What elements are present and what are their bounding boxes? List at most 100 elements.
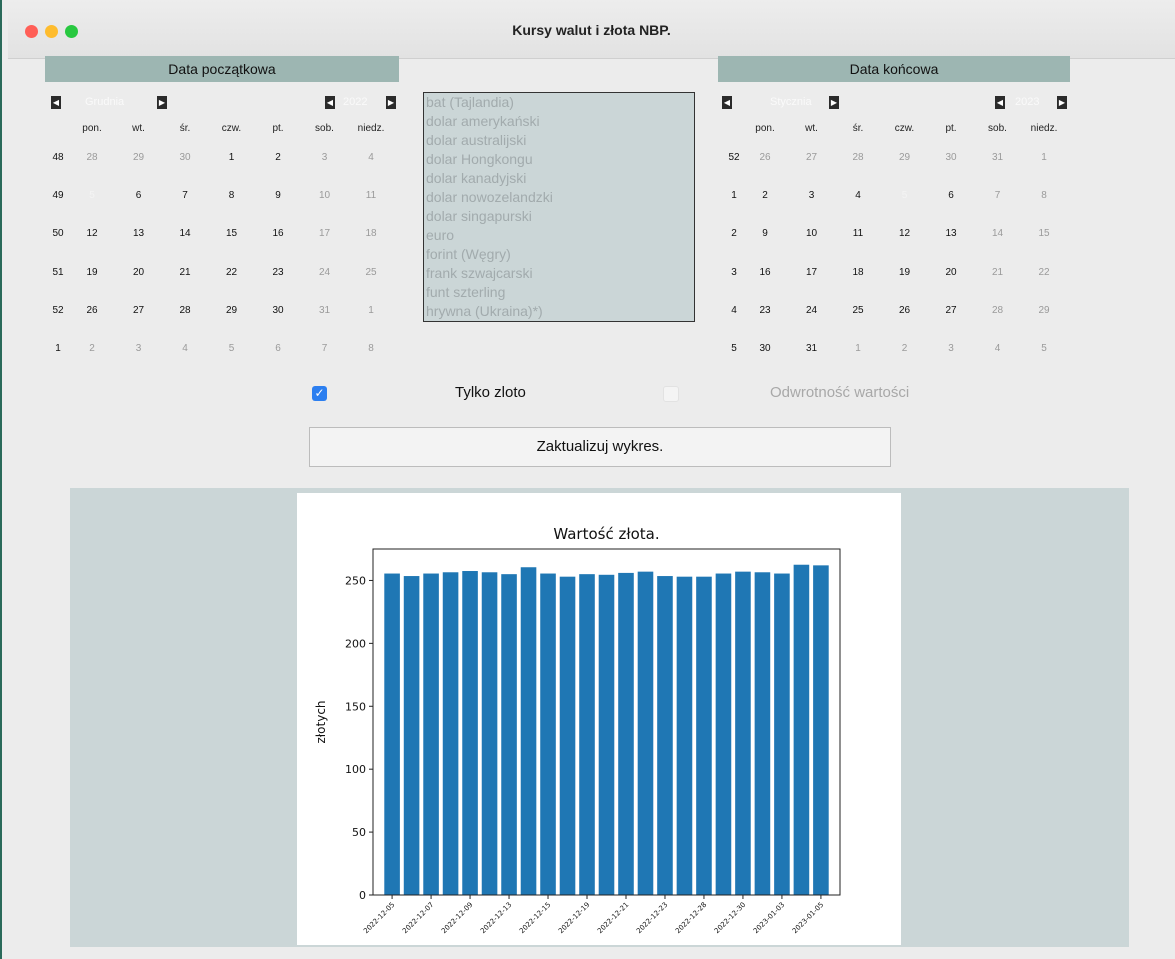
end-day-cell[interactable]: 30 xyxy=(929,152,973,163)
end-day-cell[interactable]: 4 xyxy=(976,343,1020,354)
currency-list-item[interactable]: dolar Hongkongu xyxy=(424,150,694,169)
start-next-year-button[interactable]: ▶ xyxy=(386,96,396,109)
start-day-cell[interactable]: 2 xyxy=(70,343,114,354)
currency-list-item[interactable]: euro xyxy=(424,226,694,245)
currency-list-item[interactable]: dolar nowozelandzki xyxy=(424,188,694,207)
end-day-cell[interactable]: 8 xyxy=(1022,190,1066,201)
end-day-cell[interactable]: 19 xyxy=(883,267,927,278)
currency-listbox[interactable]: bat (Tajlandia) dolar amerykański dolar au… xyxy=(423,92,695,322)
end-day-cell[interactable]: 10 xyxy=(790,228,834,239)
start-day-cell[interactable]: 1 xyxy=(210,152,254,163)
start-day-cell[interactable]: 31 xyxy=(303,305,347,316)
start-day-cell[interactable]: 7 xyxy=(163,190,207,201)
start-day-cell[interactable]: 5 xyxy=(210,343,254,354)
start-day-cell[interactable]: 28 xyxy=(70,152,114,163)
currency-list-item[interactable]: dolar kanadyjski xyxy=(424,169,694,188)
start-day-cell[interactable]: 6 xyxy=(256,343,300,354)
end-day-cell[interactable]: 21 xyxy=(976,267,1020,278)
end-day-cell[interactable]: 29 xyxy=(1022,305,1066,316)
end-day-cell[interactable]: 4 xyxy=(836,190,880,201)
start-day-cell[interactable]: 12 xyxy=(70,228,114,239)
end-day-cell[interactable]: 17 xyxy=(790,267,834,278)
end-day-cell[interactable]: 7 xyxy=(976,190,1020,201)
end-day-cell[interactable]: 31 xyxy=(790,343,834,354)
end-day-cell[interactable]: 14 xyxy=(976,228,1020,239)
start-day-cell[interactable]: 1 xyxy=(349,305,393,316)
end-day-cell[interactable]: 15 xyxy=(1022,228,1066,239)
currency-list-item[interactable]: hrywna (Ukraina)*) xyxy=(424,302,694,321)
currency-list-item[interactable]: forint (Węgry) xyxy=(424,245,694,264)
currency-list-item[interactable]: bat (Tajlandia) xyxy=(424,93,694,112)
start-day-cell[interactable]: 13 xyxy=(117,228,161,239)
end-day-cell[interactable]: 3 xyxy=(929,343,973,354)
start-day-cell[interactable]: 4 xyxy=(163,343,207,354)
start-day-cell[interactable]: 22 xyxy=(210,267,254,278)
start-day-cell[interactable]: 27 xyxy=(117,305,161,316)
start-prev-month-button[interactable]: ◀ xyxy=(51,96,61,109)
end-day-cell[interactable]: 11 xyxy=(836,228,880,239)
end-day-cell[interactable]: 12 xyxy=(883,228,927,239)
start-day-cell[interactable]: 28 xyxy=(163,305,207,316)
start-day-cell[interactable]: 17 xyxy=(303,228,347,239)
end-day-cell[interactable]: 31 xyxy=(976,152,1020,163)
end-day-cell[interactable]: 9 xyxy=(743,228,787,239)
end-day-cell[interactable]: 27 xyxy=(790,152,834,163)
start-day-cell[interactable]: 11 xyxy=(349,190,393,201)
start-day-cell[interactable]: 5 xyxy=(70,190,114,201)
start-day-cell[interactable]: 23 xyxy=(256,267,300,278)
end-prev-year-button[interactable]: ◀ xyxy=(995,96,1005,109)
end-day-cell[interactable]: 30 xyxy=(743,343,787,354)
start-day-cell[interactable]: 9 xyxy=(256,190,300,201)
end-day-cell[interactable]: 26 xyxy=(883,305,927,316)
start-day-cell[interactable]: 6 xyxy=(117,190,161,201)
end-day-cell[interactable]: 20 xyxy=(929,267,973,278)
currency-list-item[interactable]: dolar australijski xyxy=(424,131,694,150)
update-chart-button[interactable]: Zaktualizuj wykres. xyxy=(309,427,891,467)
end-day-cell[interactable]: 28 xyxy=(976,305,1020,316)
start-day-cell[interactable]: 10 xyxy=(303,190,347,201)
end-day-cell[interactable]: 28 xyxy=(836,152,880,163)
end-day-cell[interactable]: 29 xyxy=(883,152,927,163)
start-day-cell[interactable]: 18 xyxy=(349,228,393,239)
start-day-cell[interactable]: 3 xyxy=(117,343,161,354)
start-prev-year-button[interactable]: ◀ xyxy=(325,96,335,109)
start-day-cell[interactable]: 4 xyxy=(349,152,393,163)
end-day-cell[interactable]: 1 xyxy=(836,343,880,354)
start-day-cell[interactable]: 3 xyxy=(303,152,347,163)
start-day-cell[interactable]: 19 xyxy=(70,267,114,278)
end-day-cell[interactable]: 27 xyxy=(929,305,973,316)
start-next-month-button[interactable]: ▶ xyxy=(157,96,167,109)
end-day-cell[interactable]: 18 xyxy=(836,267,880,278)
start-day-cell[interactable]: 15 xyxy=(210,228,254,239)
end-next-month-button[interactable]: ▶ xyxy=(829,96,839,109)
currency-list-item[interactable]: dolar singapurski xyxy=(424,207,694,226)
end-day-cell[interactable]: 25 xyxy=(836,305,880,316)
end-day-cell[interactable]: 2 xyxy=(883,343,927,354)
start-day-cell[interactable]: 24 xyxy=(303,267,347,278)
start-day-cell[interactable]: 20 xyxy=(117,267,161,278)
start-day-cell[interactable]: 30 xyxy=(256,305,300,316)
start-day-cell[interactable]: 16 xyxy=(256,228,300,239)
end-day-cell[interactable]: 26 xyxy=(743,152,787,163)
gold-only-checkbox[interactable]: ✓ xyxy=(312,386,327,401)
start-day-cell[interactable]: 14 xyxy=(163,228,207,239)
start-day-cell[interactable]: 30 xyxy=(163,152,207,163)
start-day-cell[interactable]: 7 xyxy=(303,343,347,354)
inverse-value-checkbox[interactable] xyxy=(663,386,679,402)
end-day-cell[interactable]: 2 xyxy=(743,190,787,201)
end-day-cell[interactable]: 22 xyxy=(1022,267,1066,278)
end-day-cell[interactable]: 5 xyxy=(883,190,927,201)
end-day-cell[interactable]: 5 xyxy=(1022,343,1066,354)
end-day-cell[interactable]: 13 xyxy=(929,228,973,239)
start-day-cell[interactable]: 29 xyxy=(210,305,254,316)
currency-list-item[interactable]: dolar amerykański xyxy=(424,112,694,131)
end-day-cell[interactable]: 24 xyxy=(790,305,834,316)
start-day-cell[interactable]: 2 xyxy=(256,152,300,163)
start-day-cell[interactable]: 8 xyxy=(349,343,393,354)
start-day-cell[interactable]: 21 xyxy=(163,267,207,278)
currency-list-item[interactable]: funt szterling xyxy=(424,283,694,302)
end-day-cell[interactable]: 6 xyxy=(929,190,973,201)
end-day-cell[interactable]: 16 xyxy=(743,267,787,278)
end-next-year-button[interactable]: ▶ xyxy=(1057,96,1067,109)
end-day-cell[interactable]: 23 xyxy=(743,305,787,316)
